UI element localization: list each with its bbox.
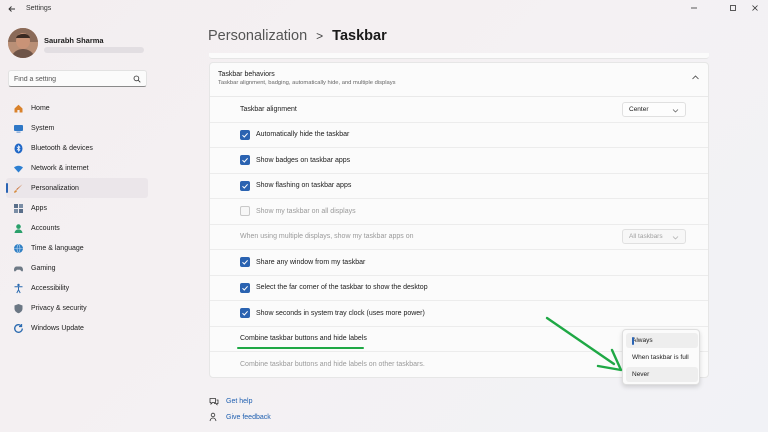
give-feedback-link[interactable]: Give feedback bbox=[209, 409, 271, 425]
feedback-icon bbox=[209, 412, 219, 422]
link-label: Give feedback bbox=[226, 413, 271, 421]
link-label: Get help bbox=[226, 397, 253, 405]
annotation-arrow-icon bbox=[545, 316, 623, 372]
get-help-link[interactable]: Get help bbox=[209, 393, 271, 409]
help-links: Get help Give feedback bbox=[209, 393, 271, 425]
help-icon bbox=[209, 396, 219, 406]
